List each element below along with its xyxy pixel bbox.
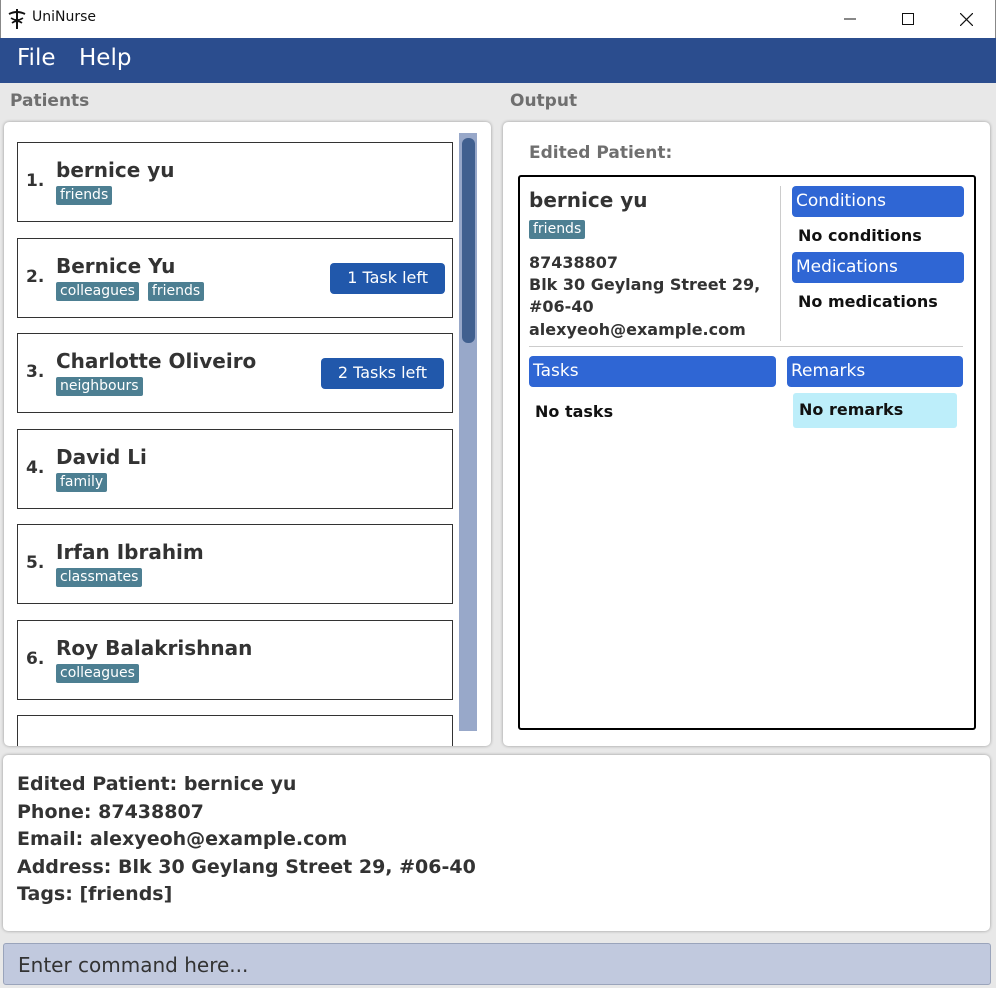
caduceus-icon xyxy=(8,9,26,29)
patient-tags: neighbours xyxy=(56,377,143,396)
scrollbar-thumb[interactable] xyxy=(462,138,475,343)
window-title: UniNurse xyxy=(32,9,97,25)
conditions-header: Conditions xyxy=(792,186,964,217)
conditions-value: No conditions xyxy=(798,226,922,245)
patient-name: Irfan Ibrahim xyxy=(56,540,204,564)
result-line-phone: Phone: 87438807 xyxy=(17,800,204,823)
tag-classmates: classmates xyxy=(56,568,143,587)
result-line-tags: Tags: [friends] xyxy=(17,883,173,905)
patient-index: 4. xyxy=(26,458,45,478)
title-bar: UniNurse xyxy=(0,0,996,38)
minimize-icon xyxy=(844,18,856,20)
patients-label: Patients xyxy=(10,91,90,111)
patient-card-1[interactable]: 1. bernice yu friends xyxy=(17,142,453,222)
detail-name: bernice yu xyxy=(529,188,648,212)
tag-friends: friends xyxy=(147,282,205,301)
patient-tags: colleagues xyxy=(56,664,139,683)
patient-index: 5. xyxy=(26,553,45,573)
patient-name: Charlotte Oliveiro xyxy=(56,349,257,373)
patient-index: 1. xyxy=(26,171,45,191)
detail-tag-friends: friends xyxy=(529,220,586,239)
close-button[interactable] xyxy=(937,0,995,38)
patient-detail-box: bernice yu friends 87438807 Blk 30 Geyla… xyxy=(518,175,976,730)
patient-index: 2. xyxy=(26,267,45,287)
detail-phone: 87438807 xyxy=(529,253,619,272)
maximize-button[interactable] xyxy=(879,0,937,38)
maximize-icon xyxy=(902,13,914,25)
remarks-value: No remarks xyxy=(793,393,957,428)
tasks-left-button[interactable]: 2 Tasks left xyxy=(320,358,444,389)
patient-tags: classmates xyxy=(56,568,143,587)
patient-card-2[interactable]: 2. Bernice Yu colleagues friends 1 Task … xyxy=(17,238,453,318)
vertical-divider xyxy=(780,186,781,341)
menu-bar: File Help xyxy=(0,38,996,83)
result-line-email: Email: alexyeoh@example.com xyxy=(17,828,348,850)
patient-card-3[interactable]: 3. Charlotte Oliveiro neighbours 2 Tasks… xyxy=(17,333,453,413)
patient-card-5[interactable]: 5. Irfan Ibrahim classmates xyxy=(17,524,453,604)
detail-address-line2: #06-40 xyxy=(529,297,594,316)
detail-email: alexyeoh@example.com xyxy=(529,320,746,339)
patient-tags: family xyxy=(56,473,108,492)
command-box[interactable]: Enter command here... xyxy=(3,943,991,985)
tag-colleagues: colleagues xyxy=(56,664,139,683)
close-icon xyxy=(959,12,973,26)
patient-index: 3. xyxy=(26,362,45,382)
tasks-left-button[interactable]: 1 Task left xyxy=(330,263,445,294)
output-heading: Edited Patient: xyxy=(529,143,673,163)
patient-card-6[interactable]: 6. Roy Balakrishnan colleagues xyxy=(17,620,453,700)
command-input-placeholder[interactable]: Enter command here... xyxy=(18,953,248,977)
patient-tags: friends xyxy=(56,186,113,205)
patient-tags: colleagues friends xyxy=(56,282,205,301)
tag-colleagues: colleagues xyxy=(56,282,139,301)
result-display: Edited Patient: bernice yu Phone: 874388… xyxy=(3,755,990,931)
patient-name: David Li xyxy=(56,445,147,469)
result-line-address: Address: Blk 30 Geylang Street 29, #06-4… xyxy=(17,855,476,878)
output-label: Output xyxy=(510,91,578,111)
menu-help[interactable]: Help xyxy=(79,45,131,71)
patient-name: bernice yu xyxy=(56,158,175,182)
patient-name: Roy Balakrishnan xyxy=(56,636,253,660)
minimize-button[interactable] xyxy=(821,0,879,38)
patient-list-panel: 1. bernice yu friends 2. Bernice Yu coll… xyxy=(4,122,491,746)
tag-neighbours: neighbours xyxy=(56,377,143,396)
result-line-name: Edited Patient: bernice yu xyxy=(17,773,297,795)
horizontal-divider xyxy=(529,346,963,347)
patient-card-4[interactable]: 4. David Li family xyxy=(17,429,453,509)
tasks-value: No tasks xyxy=(535,402,614,421)
medications-header: Medications xyxy=(792,252,964,283)
remarks-header: Remarks xyxy=(787,356,963,387)
detail-address-line1: Blk 30 Geylang Street 29, xyxy=(529,275,761,294)
patient-name: Bernice Yu xyxy=(56,254,176,278)
medications-value: No medications xyxy=(798,292,938,311)
patient-card-7-partial[interactable] xyxy=(17,715,453,746)
menu-file[interactable]: File xyxy=(17,45,56,71)
patient-index: 6. xyxy=(26,649,45,669)
tag-friends: friends xyxy=(56,186,113,205)
tasks-header: Tasks xyxy=(529,356,776,387)
tag-family: family xyxy=(56,473,108,492)
